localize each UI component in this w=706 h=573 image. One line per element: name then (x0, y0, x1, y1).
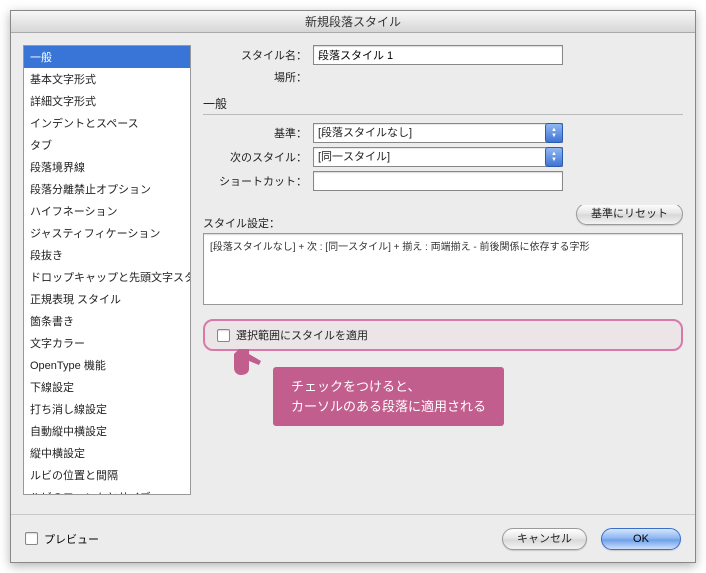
sidebar-item[interactable]: ジャスティフィケーション (24, 222, 190, 244)
dialog-window: 新規段落スタイル 一般基本文字形式詳細文字形式インデントとスペースタブ段落境界線… (10, 10, 696, 563)
cancel-button[interactable]: キャンセル (502, 528, 587, 550)
sidebar-item[interactable]: 下線設定 (24, 376, 190, 398)
category-sidebar[interactable]: 一般基本文字形式詳細文字形式インデントとスペースタブ段落境界線段落分離禁止オプシ… (23, 45, 191, 495)
sidebar-item[interactable]: 段落分離禁止オプション (24, 178, 190, 200)
sidebar-item[interactable]: 自動縦中横設定 (24, 420, 190, 442)
style-name-label: スタイル名： (203, 47, 313, 63)
apply-to-selection-label: 選択範囲にスタイルを適用 (236, 327, 368, 343)
next-style-select[interactable]: [同一スタイル] (313, 147, 563, 167)
sidebar-item[interactable]: 詳細文字形式 (24, 90, 190, 112)
location-label: 場所： (203, 69, 313, 85)
annotation-callout: チェックをつけると、 カーソルのある段落に適用される (273, 367, 504, 426)
divider (203, 114, 683, 115)
sidebar-item[interactable]: ルビの位置と間隔 (24, 464, 190, 486)
sidebar-item[interactable]: ルビのフォントとサイズ (24, 486, 190, 495)
updown-icon: ▲▼ (545, 123, 563, 143)
sidebar-item[interactable]: タブ (24, 134, 190, 156)
sidebar-item[interactable]: 文字カラー (24, 332, 190, 354)
based-on-label: 基準： (203, 125, 313, 141)
main-panel: スタイル名： 場所： 一般 基準： [段落スタイルなし] ▲▼ 次のスタイル： … (203, 45, 683, 514)
style-name-input[interactable] (313, 45, 563, 65)
pointer-hand-icon (231, 347, 263, 377)
sidebar-item[interactable]: 箇条書き (24, 310, 190, 332)
sidebar-item[interactable]: インデントとスペース (24, 112, 190, 134)
window-title: 新規段落スタイル (305, 15, 401, 29)
sidebar-item[interactable]: 段抜き (24, 244, 190, 266)
sidebar-item[interactable]: ハイフネーション (24, 200, 190, 222)
preview-checkbox[interactable] (25, 532, 38, 545)
titlebar: 新規段落スタイル (11, 11, 695, 33)
sidebar-item[interactable]: ドロップキャップと先頭文字スタイル (24, 266, 190, 288)
reset-to-base-button[interactable]: 基準にリセット (576, 205, 683, 225)
callout-line2: カーソルのある段落に適用される (291, 397, 486, 417)
ok-button[interactable]: OK (601, 528, 681, 550)
sidebar-item[interactable]: 基本文字形式 (24, 68, 190, 90)
dialog-footer: プレビュー キャンセル OK (11, 514, 695, 562)
updown-icon: ▲▼ (545, 147, 563, 167)
preview-label: プレビュー (44, 531, 99, 547)
next-style-label: 次のスタイル： (203, 149, 313, 165)
sidebar-item[interactable]: 打ち消し線設定 (24, 398, 190, 420)
sidebar-item[interactable]: 段落境界線 (24, 156, 190, 178)
section-heading: 一般 (203, 95, 683, 112)
dialog-body: 一般基本文字形式詳細文字形式インデントとスペースタブ段落境界線段落分離禁止オプシ… (11, 33, 695, 514)
apply-to-selection-group: 選択範囲にスタイルを適用 (203, 319, 683, 351)
style-settings-box[interactable]: [段落スタイルなし] + 次 : [同一スタイル] + 揃え : 両端揃え - … (203, 233, 683, 305)
apply-to-selection-checkbox[interactable] (217, 329, 230, 342)
sidebar-item[interactable]: 正規表現 スタイル (24, 288, 190, 310)
sidebar-item[interactable]: 縦中横設定 (24, 442, 190, 464)
based-on-select[interactable]: [段落スタイルなし] (313, 123, 563, 143)
callout-line1: チェックをつけると、 (291, 377, 486, 397)
shortcut-input[interactable] (313, 171, 563, 191)
shortcut-label: ショートカット： (203, 173, 313, 189)
sidebar-item[interactable]: OpenType 機能 (24, 354, 190, 376)
sidebar-item[interactable]: 一般 (24, 46, 190, 68)
